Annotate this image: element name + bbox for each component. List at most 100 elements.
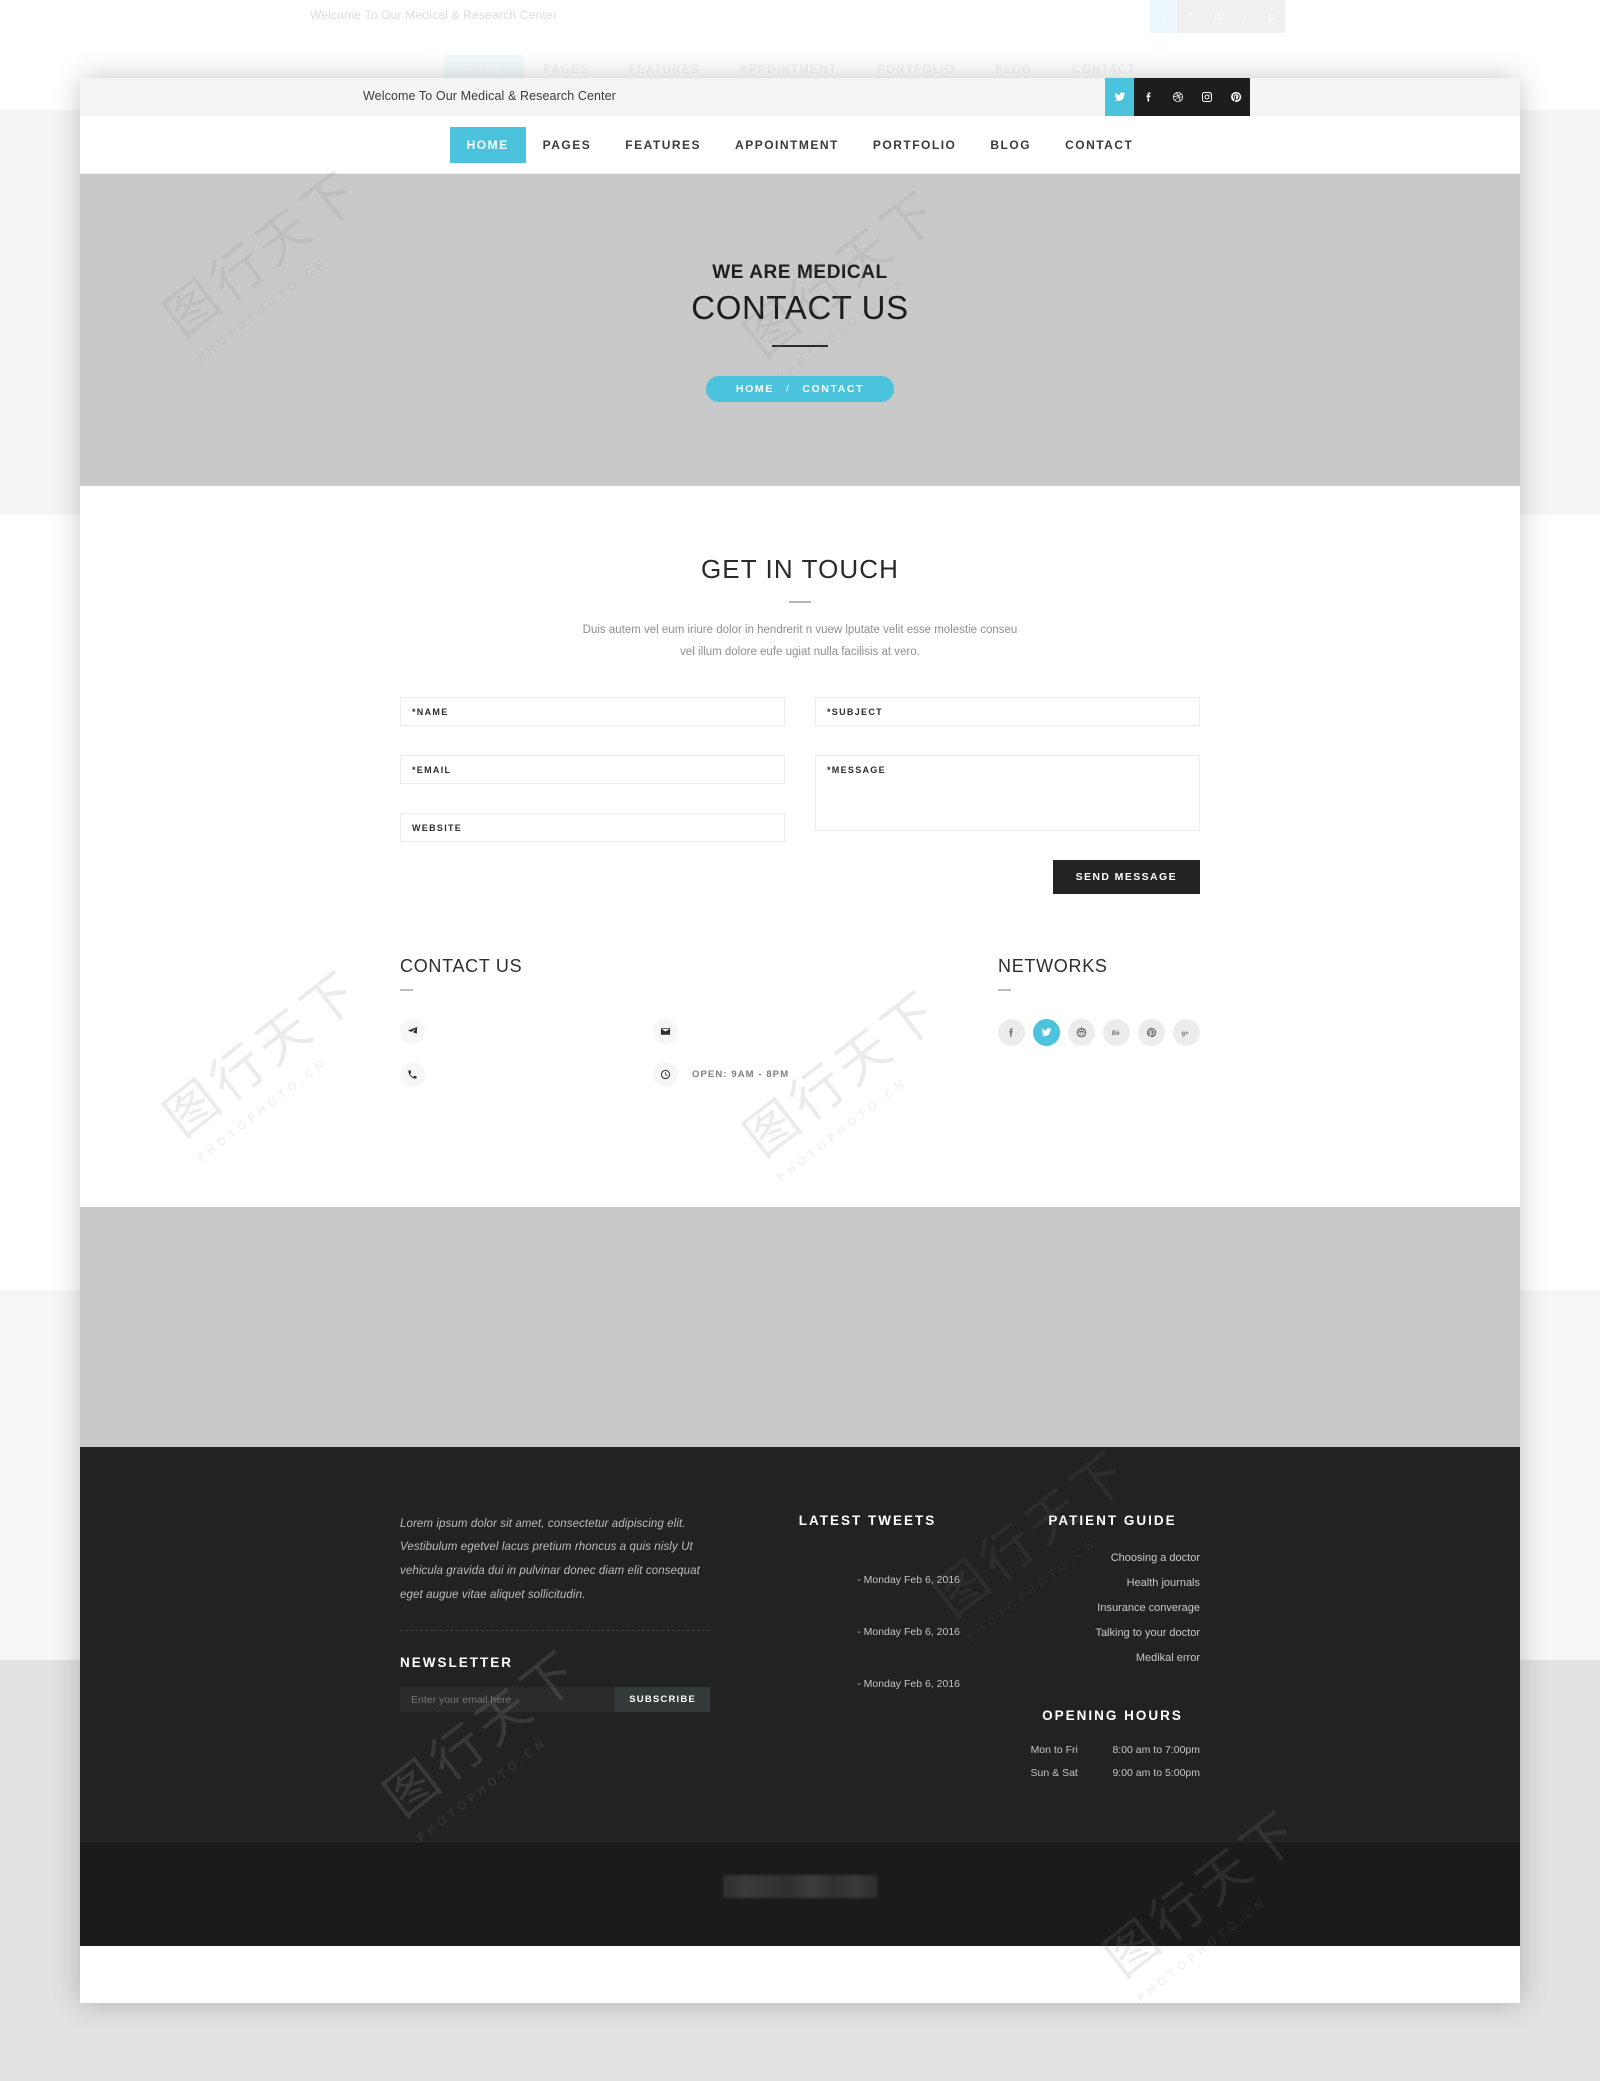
page-title: CONTACT US: [691, 289, 909, 326]
pinterest-icon[interactable]: [1221, 78, 1250, 116]
form-column-left: *NAME *EMAIL WEBSITE: [400, 697, 785, 894]
breadcrumb-home[interactable]: HOME: [736, 383, 774, 395]
contact-email-row: [653, 1018, 789, 1044]
welcome-text: Welcome To Our Medical & Research Center: [363, 89, 616, 103]
send-message-button[interactable]: SEND MESSAGE: [1052, 860, 1200, 895]
contact-form: *NAME *EMAIL WEBSITE *SUBJECT *MESSAGE S…: [400, 697, 1200, 895]
email-field-label: *EMAIL: [412, 764, 452, 775]
section-divider: [789, 601, 811, 603]
dribbble-icon[interactable]: [1163, 78, 1192, 116]
ghost-welcome-text: Welcome To Our Medical & Research Center: [310, 8, 557, 22]
location-icon: [400, 1018, 425, 1044]
topbar-social-strip: [1105, 78, 1250, 116]
map-placeholder[interactable]: [80, 1206, 1520, 1447]
breadcrumb-current: CONTACT: [802, 383, 865, 395]
opening-hours-list: Mon to Fri 8:00 am to 7:00pm Sun & Sat 9…: [1025, 1739, 1200, 1785]
contact-us-block: CONTACT US OPEN: 9AM - 8PM: [400, 956, 789, 1087]
newsletter-email-input[interactable]: [400, 1687, 616, 1713]
svg-text:Bē: Bē: [1112, 1031, 1120, 1037]
name-field[interactable]: *NAME: [400, 697, 785, 727]
list-item[interactable]: Talking to your doctor: [1025, 1621, 1200, 1646]
networks-block: NETWORKS Bē g+: [998, 956, 1200, 1087]
facebook-icon[interactable]: [998, 1018, 1025, 1046]
section-title: GET IN TOUCH: [700, 554, 900, 584]
googleplus-icon[interactable]: g+: [1173, 1018, 1200, 1046]
footer-tweets-column: LATEST TWEETS - Monday Feb 6, 2016 - Mon…: [775, 1513, 960, 1786]
ghost-dribbble-icon: d: [1204, 0, 1231, 33]
website-field[interactable]: WEBSITE: [400, 813, 785, 843]
website-field-label: WEBSITE: [412, 822, 463, 833]
form-actions: SEND MESSAGE: [815, 860, 1200, 895]
contact-info-col-b: OPEN: 9AM - 8PM: [653, 1018, 790, 1087]
tweet-item: - Monday Feb 6, 2016: [775, 1626, 960, 1638]
message-field-label: *MESSAGE: [827, 765, 886, 776]
twitter-icon[interactable]: [1033, 1018, 1060, 1046]
contact-networks-row: CONTACT US OPEN: 9AM - 8PM NETWORKS Bē g…: [400, 956, 1200, 1207]
hours-row: Sun & Sat 9:00 am to 5:00pm: [1025, 1762, 1200, 1785]
dribbble-icon[interactable]: [1068, 1018, 1095, 1046]
hours-time: 9:00 am to 5:00pm: [1112, 1767, 1200, 1780]
behance-icon[interactable]: Bē: [1103, 1018, 1130, 1046]
ghost-pinterest-icon: p: [1258, 0, 1285, 33]
hero-banner: WE ARE MEDICAL CONTACT US HOME / CONTACT: [80, 174, 1520, 486]
nav-item-home[interactable]: HOME: [449, 126, 526, 163]
footer-guide-column: PATIENT GUIDE Choosing a doctor Health j…: [1025, 1513, 1200, 1786]
networks-list: Bē g+: [998, 1018, 1200, 1046]
name-field-label: *NAME: [412, 706, 449, 717]
website-frame: Welcome To Our Medical & Research Center…: [80, 78, 1520, 2003]
facebook-icon[interactable]: [1134, 78, 1163, 116]
hero-subtitle: WE ARE MEDICAL: [712, 262, 888, 283]
patient-guide-title: PATIENT GUIDE: [1048, 1512, 1177, 1528]
nav-item-appointment[interactable]: APPOINTMENT: [718, 127, 856, 163]
phone-icon: [400, 1061, 425, 1087]
svg-text:g+: g+: [1181, 1031, 1189, 1037]
footer-about-text: Lorem ipsum dolor sit amet, consectetur …: [400, 1517, 700, 1601]
section-lead-line1: Duis autem vel eum iriure dolor in hendr…: [582, 623, 1018, 636]
ghost-instagram-icon: i: [1231, 0, 1258, 33]
contact-us-title: CONTACT US: [400, 956, 523, 977]
contact-hours-text: OPEN: 9AM - 8PM: [692, 1068, 790, 1080]
subject-field-label: *SUBJECT: [827, 706, 883, 717]
opening-hours-block: OPENING HOURS Mon to Fri 8:00 am to 7:00…: [1025, 1708, 1200, 1785]
clock-icon: [653, 1061, 678, 1087]
twitter-icon[interactable]: [1105, 78, 1134, 116]
opening-hours-title: OPENING HOURS: [1042, 1708, 1183, 1724]
list-item[interactable]: Insurance converage: [1025, 1596, 1200, 1621]
get-in-touch-section: GET IN TOUCH Duis autem vel eum iriure d…: [80, 486, 1520, 1207]
networks-divider: [998, 989, 1011, 991]
footer-logo: [722, 1874, 878, 1898]
hours-row: Mon to Fri 8:00 am to 7:00pm: [1025, 1739, 1200, 1762]
nav-item-contact[interactable]: CONTACT: [1048, 127, 1150, 163]
top-bar: Welcome To Our Medical & Research Center: [80, 78, 1520, 116]
nav-item-features[interactable]: FEATURES: [608, 127, 718, 163]
instagram-icon[interactable]: [1192, 78, 1221, 116]
latest-tweets-title: LATEST TWEETS: [798, 1512, 937, 1528]
breadcrumb-separator: /: [785, 383, 791, 395]
form-column-right: *SUBJECT *MESSAGE SEND MESSAGE: [815, 697, 1200, 895]
subscribe-button[interactable]: SUBSCRIBE: [615, 1687, 710, 1713]
message-field[interactable]: *MESSAGE: [815, 755, 1200, 832]
contact-info-col-a: [400, 1018, 439, 1087]
footer-bottom-bar: [80, 1841, 1520, 1947]
section-lead: Duis autem vel eum iriure dolor in hendr…: [80, 619, 1520, 664]
hours-time: 8:00 am to 7:00pm: [1112, 1744, 1200, 1757]
subject-field[interactable]: *SUBJECT: [815, 697, 1200, 727]
footer-divider: [400, 1630, 710, 1632]
contact-phone-row: [400, 1061, 439, 1087]
list-item[interactable]: Medikal error: [1025, 1646, 1200, 1671]
list-item[interactable]: Choosing a doctor: [1025, 1546, 1200, 1571]
email-field[interactable]: *EMAIL: [400, 755, 785, 785]
nav-item-blog[interactable]: BLOG: [973, 127, 1048, 163]
newsletter-form: SUBSCRIBE: [400, 1687, 710, 1713]
nav-item-portfolio[interactable]: PORTFOLIO: [856, 127, 974, 163]
tweet-date: - Monday Feb 6, 2016: [857, 1573, 960, 1586]
list-item[interactable]: Health journals: [1025, 1571, 1200, 1596]
patient-guide-list: Choosing a doctor Health journals Insura…: [1025, 1546, 1200, 1671]
ghost-social-strip: t f d i p: [1150, 0, 1285, 33]
pinterest-icon[interactable]: [1138, 1018, 1165, 1046]
networks-title: NETWORKS: [998, 956, 1108, 977]
email-icon: [653, 1018, 678, 1044]
nav-item-pages[interactable]: PAGES: [526, 127, 609, 163]
hero-divider: [772, 345, 828, 347]
tweet-date: - Monday Feb 6, 2016: [857, 1677, 960, 1690]
